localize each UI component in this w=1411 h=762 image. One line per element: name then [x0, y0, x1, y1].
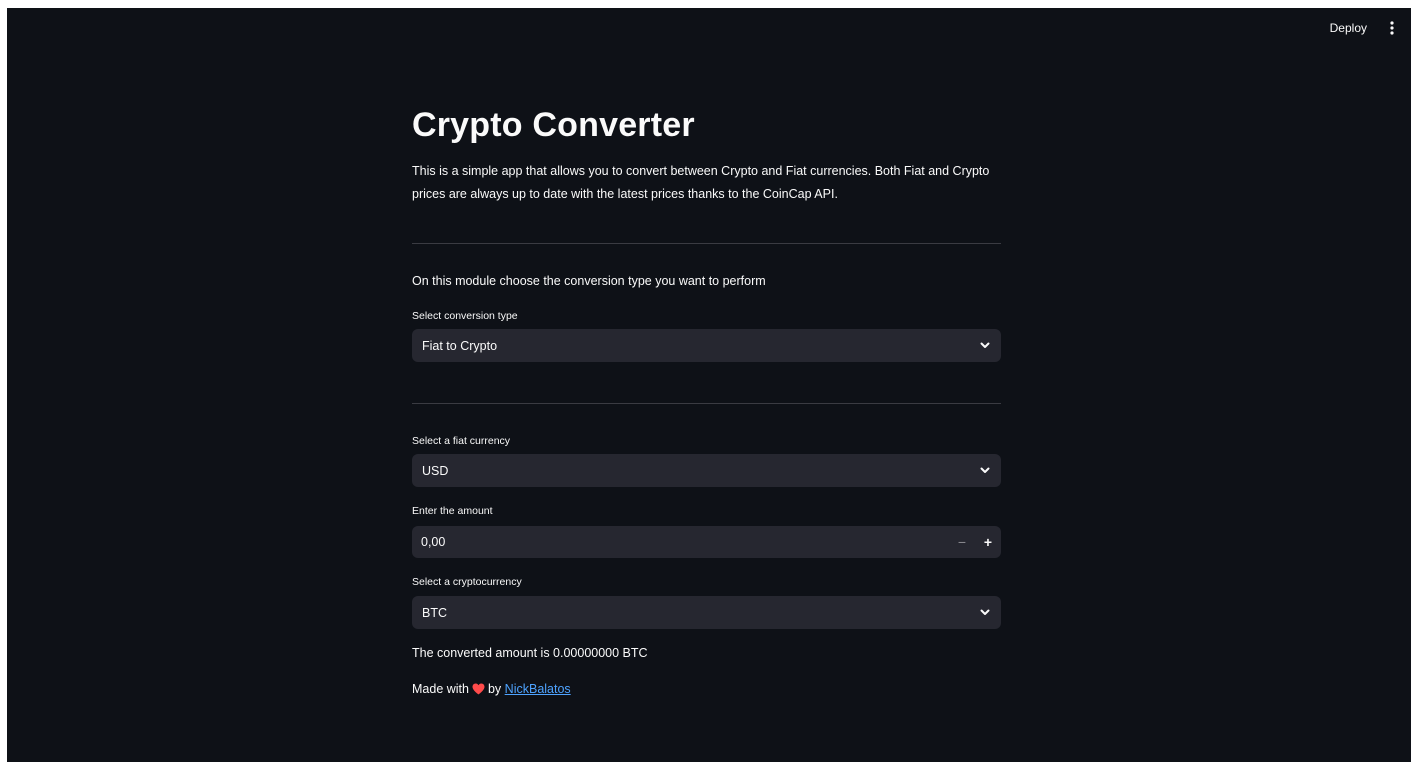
- amount-input[interactable]: [412, 526, 949, 558]
- intro-paragraph: This is a simple app that allows you to …: [412, 160, 1001, 206]
- heart-icon: [472, 683, 485, 698]
- page-title: Crypto Converter: [412, 106, 695, 144]
- module-instruction: On this module choose the conversion typ…: [412, 274, 766, 288]
- increment-button[interactable]: +: [975, 526, 1001, 558]
- top-toolbar: Deploy: [1330, 19, 1401, 37]
- amount-label: Enter the amount: [412, 505, 493, 517]
- decrement-button[interactable]: −: [949, 526, 975, 558]
- divider-middle: [412, 403, 1001, 404]
- app-window: Deploy Crypto Converter This is a simple…: [7, 8, 1411, 762]
- fiat-currency-label: Select a fiat currency: [412, 435, 511, 447]
- cryptocurrency-select[interactable]: BTC: [412, 596, 1001, 629]
- author-link[interactable]: NickBalatos: [505, 682, 571, 696]
- footer-credit: Made with by NickBalatos: [412, 682, 571, 698]
- chevron-down-icon: [979, 465, 991, 477]
- deploy-button[interactable]: Deploy: [1330, 21, 1367, 35]
- intro-line-1: This is a simple app that allows you to …: [412, 164, 990, 178]
- fiat-currency-value: USD: [422, 463, 449, 478]
- amount-stepper: − +: [412, 526, 1001, 558]
- conversion-type-select[interactable]: Fiat to Crypto: [412, 329, 1001, 362]
- by-text: by: [487, 682, 502, 696]
- vertical-dots-icon[interactable]: [1383, 19, 1401, 37]
- fiat-currency-select[interactable]: USD: [412, 454, 1001, 487]
- chevron-down-icon: [979, 607, 991, 619]
- conversion-type-label: Select conversion type: [412, 310, 518, 322]
- made-with-text: Made with: [412, 682, 469, 696]
- conversion-type-value: Fiat to Crypto: [422, 338, 498, 353]
- chevron-down-icon: [979, 340, 991, 352]
- cryptocurrency-value: BTC: [422, 605, 447, 620]
- converted-amount-text: The converted amount is 0.00000000 BTC: [412, 646, 648, 660]
- intro-line-2: prices are always up to date with the la…: [412, 187, 838, 201]
- divider-top: [412, 243, 1001, 244]
- cryptocurrency-label: Select a cryptocurrency: [412, 576, 522, 588]
